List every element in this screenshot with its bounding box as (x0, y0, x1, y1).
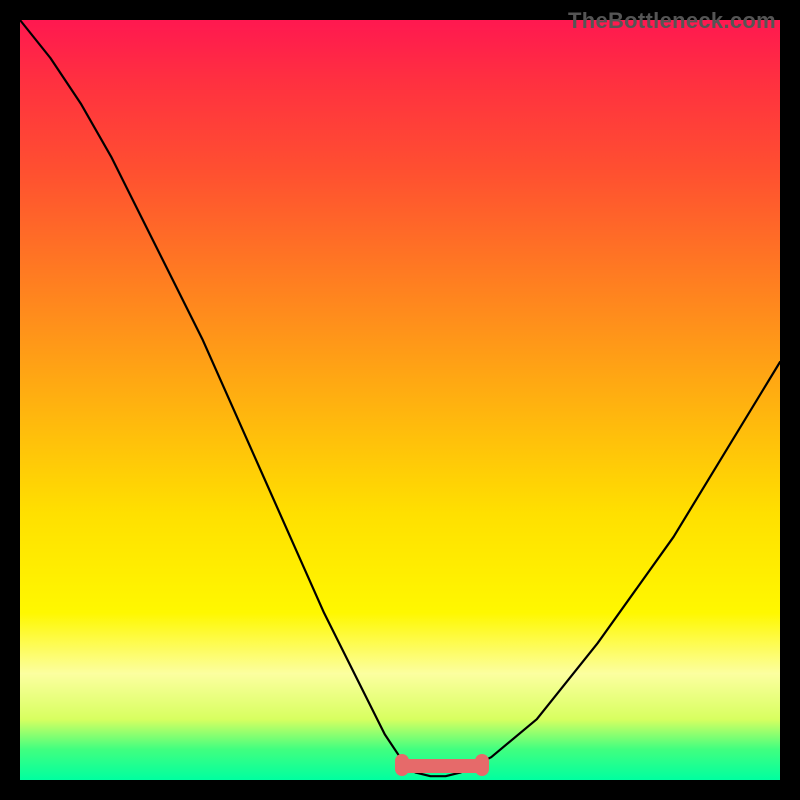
tolerance-band (400, 759, 484, 773)
plot-area (20, 20, 780, 780)
bottleneck-curve (20, 20, 780, 780)
chart-container: TheBottleneck.com (0, 0, 800, 800)
watermark-label: TheBottleneck.com (568, 8, 776, 34)
